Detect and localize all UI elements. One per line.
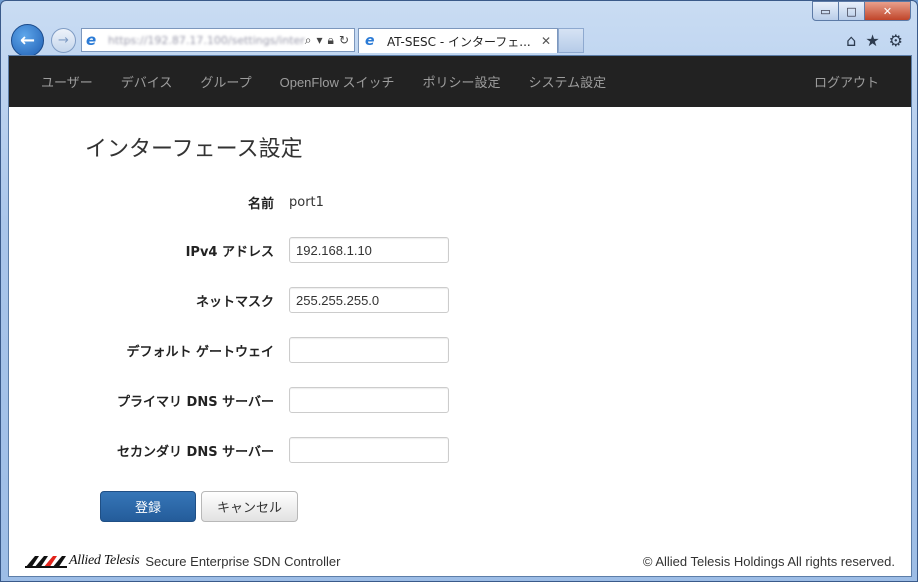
netmask-input[interactable] <box>289 287 449 313</box>
nav-item-policy-settings[interactable]: ポリシー設定 <box>408 72 514 91</box>
dropdown-icon[interactable]: ▾ <box>317 33 323 48</box>
back-button[interactable]: ← <box>11 24 44 57</box>
page-title: インターフェース設定 <box>85 137 303 162</box>
allied-telesis-logo: Allied Telesis <box>25 553 140 569</box>
copyright-text: © Allied Telesis Holdings All rights res… <box>642 553 895 569</box>
default-gateway-input[interactable] <box>289 337 449 363</box>
netmask-label: ネットマスク <box>195 294 274 310</box>
logout-link[interactable]: ログアウト <box>800 56 893 107</box>
close-button[interactable]: ✕ <box>865 1 911 21</box>
form-row-dns1: プライマリ DNS サーバー <box>9 387 449 413</box>
allied-telesis-logo-icon <box>25 556 67 568</box>
star-icon[interactable]: ★ <box>865 31 879 50</box>
primary-dns-label: プライマリ DNS サーバー <box>117 394 274 410</box>
search-icon[interactable]: ⌕ <box>305 33 312 48</box>
form-row-netmask: ネットマスク <box>9 287 449 313</box>
secondary-dns-label: セカンダリ DNS サーバー <box>117 444 274 460</box>
url-text[interactable]: https://192.87.17.100/settings/interface… <box>108 34 305 47</box>
name-label: 名前 <box>247 196 274 212</box>
form-row-name: 名前 port1 <box>9 192 324 212</box>
browser-window: ▭ □ ✕ ← → e https://192.87.17.100/settin… <box>0 0 918 582</box>
top-navbar: ユーザー デバイス グループ OpenFlow スイッチ ポリシー設定 システム… <box>9 56 911 107</box>
minimize-button[interactable]: ▭ <box>812 1 839 21</box>
product-name: Secure Enterprise SDN Controller <box>145 553 341 569</box>
ipv4-label: IPv4 アドレス <box>185 244 274 260</box>
nav-item-groups[interactable]: グループ <box>186 72 265 91</box>
nav-item-system-settings[interactable]: システム設定 <box>515 72 621 91</box>
address-bar[interactable]: e https://192.87.17.100/settings/interfa… <box>81 28 355 52</box>
submit-button[interactable]: 登録 <box>100 491 196 522</box>
page-footer: Allied Telesis Secure Enterprise SDN Con… <box>9 546 911 576</box>
cancel-button[interactable]: キャンセル <box>201 491 298 522</box>
primary-dns-input[interactable] <box>289 387 449 413</box>
logo-text: Allied Telesis <box>69 553 140 568</box>
tab-title: AT-SESC - インターフェ... <box>387 34 531 49</box>
name-value: port1 <box>289 194 324 210</box>
window-controls: ▭ □ ✕ <box>812 1 911 21</box>
refresh-icon[interactable]: ↻ <box>339 33 349 48</box>
gateway-label: デフォルト ゲートウェイ <box>126 344 274 360</box>
back-arrow-icon: ← <box>19 30 36 51</box>
tab-close-icon[interactable]: ✕ <box>541 34 551 48</box>
maximize-button[interactable]: □ <box>839 1 865 21</box>
gear-icon[interactable]: ⚙ <box>889 31 903 50</box>
forward-button[interactable]: → <box>51 28 76 53</box>
nav-item-openflow-switch[interactable]: OpenFlow スイッチ <box>266 72 409 91</box>
page-viewport: ユーザー デバイス グループ OpenFlow スイッチ ポリシー設定 システム… <box>8 55 912 577</box>
form-row-gateway: デフォルト ゲートウェイ <box>9 337 449 363</box>
browser-tab[interactable]: e AT-SESC - インターフェ... ✕ <box>358 28 558 53</box>
form-row-dns2: セカンダリ DNS サーバー <box>9 437 449 463</box>
home-icon[interactable]: ⌂ <box>846 31 856 50</box>
new-tab-button[interactable] <box>558 28 584 53</box>
secondary-dns-input[interactable] <box>289 437 449 463</box>
form-row-ipv4: IPv4 アドレス <box>9 237 449 263</box>
ie-logo-icon: e <box>365 33 375 49</box>
forward-arrow-icon: → <box>58 33 69 48</box>
nav-item-users[interactable]: ユーザー <box>27 72 107 91</box>
ie-logo-icon: e <box>86 31 97 49</box>
lock-icon[interactable]: 🔒︎ <box>328 33 334 48</box>
nav-item-devices[interactable]: デバイス <box>107 72 187 91</box>
ipv4-address-input[interactable] <box>289 237 449 263</box>
